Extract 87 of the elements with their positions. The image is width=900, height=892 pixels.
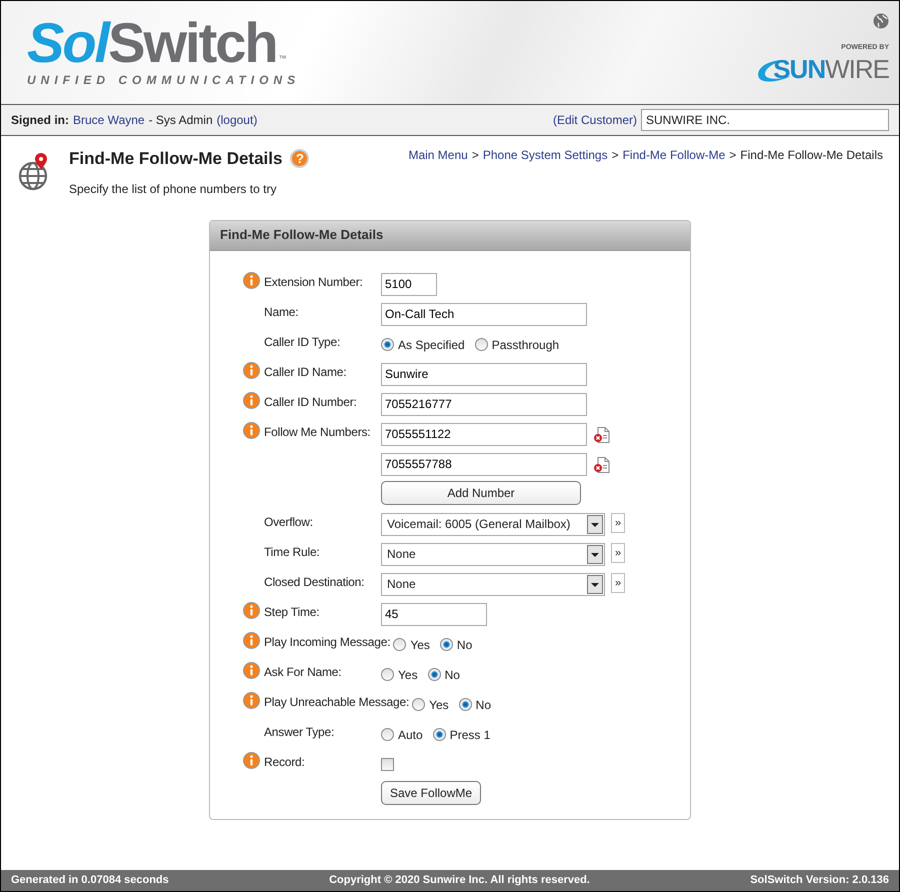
edit-customer-link[interactable]: (Edit Customer) bbox=[552, 111, 637, 129]
info-icon[interactable] bbox=[243, 362, 260, 378]
generated-time: Generated in 0.07084 seconds bbox=[11, 873, 169, 888]
field-label: Closed Destination: bbox=[264, 574, 364, 590]
remove-document-icon[interactable] bbox=[593, 456, 611, 474]
breadcrumb-current: Find-Me Follow-Me Details bbox=[740, 147, 883, 164]
field-label: Caller ID Type: bbox=[264, 334, 340, 350]
signed-in-label: Signed in: bbox=[11, 112, 69, 129]
radio-button[interactable] bbox=[412, 698, 426, 711]
breadcrumb-separator: > bbox=[472, 147, 479, 164]
field-label: Answer Type: bbox=[264, 724, 334, 740]
text-field[interactable]: 7055216777 bbox=[381, 392, 587, 416]
radio-label[interactable]: No bbox=[444, 666, 460, 684]
logout-link[interactable]: (logout) bbox=[216, 111, 258, 129]
details-button[interactable]: » bbox=[611, 572, 625, 592]
radio-label[interactable]: Yes bbox=[410, 636, 430, 654]
field-label: Caller ID Name: bbox=[264, 364, 346, 380]
field-label: Step Time: bbox=[264, 604, 320, 620]
panel-title: Find-Me Follow-Me Details bbox=[220, 226, 384, 244]
user-link[interactable]: Bruce Wayne bbox=[73, 111, 145, 129]
copyright-text: Copyright © 2020 Sunwire Inc. All rights reserved. bbox=[329, 873, 590, 888]
field-label: Name: bbox=[264, 304, 298, 320]
breadcrumb-separator: > bbox=[612, 147, 619, 164]
customer-field[interactable]: SUNWIRE INC. bbox=[641, 109, 889, 131]
logo-text: Sol bbox=[27, 15, 108, 71]
partner-logo: SUNWIRE bbox=[755, 54, 889, 84]
logo-tagline: UNIFIED COMMUNICATIONS bbox=[27, 72, 300, 89]
user-role: - Sys Admin bbox=[148, 112, 213, 129]
page-subtitle: Specify the list of phone numbers to try bbox=[69, 180, 278, 198]
info-icon[interactable] bbox=[243, 392, 260, 408]
radio-button[interactable] bbox=[432, 728, 446, 741]
remove-document-icon[interactable] bbox=[593, 426, 611, 444]
globe-icon[interactable] bbox=[873, 13, 889, 29]
info-icon[interactable] bbox=[243, 752, 260, 768]
add-number-button[interactable]: Add Number bbox=[381, 480, 581, 504]
breadcrumb-separator: > bbox=[729, 147, 736, 164]
dropdown[interactable]: None bbox=[381, 572, 605, 596]
text-field[interactable]: 5100 bbox=[381, 272, 437, 296]
info-icon[interactable] bbox=[243, 602, 260, 618]
field-label: Time Rule: bbox=[264, 544, 320, 560]
field-label: Play Unreachable Message: bbox=[264, 694, 410, 710]
radio-button[interactable] bbox=[381, 728, 394, 741]
phone-number-field[interactable]: 7055557788 bbox=[381, 452, 587, 476]
radio-label[interactable]: Auto bbox=[398, 726, 423, 744]
radio-label[interactable]: No bbox=[456, 636, 472, 654]
radio-button[interactable] bbox=[458, 698, 472, 711]
dropdown[interactable]: Voicemail: 6005 (General Mailbox) bbox=[381, 512, 605, 536]
field-label: Record: bbox=[264, 754, 305, 770]
version-text: SolSwitch Version: 2.0.136 bbox=[750, 873, 889, 888]
breadcrumb-link[interactable]: Main Menu bbox=[408, 146, 468, 164]
field-label: Extension Number: bbox=[264, 274, 363, 290]
radio-button[interactable] bbox=[393, 638, 406, 651]
field-label: Ask For Name: bbox=[264, 664, 342, 680]
text-field[interactable]: Sunwire bbox=[381, 362, 587, 386]
save-button[interactable]: Save FollowMe bbox=[381, 780, 482, 804]
breadcrumb-link[interactable]: Find-Me Follow-Me bbox=[622, 146, 726, 164]
text-field[interactable]: On-Call Tech bbox=[381, 302, 587, 326]
details-button[interactable]: » bbox=[611, 512, 625, 532]
info-icon[interactable] bbox=[243, 272, 260, 288]
radio-label[interactable]: Press 1 bbox=[450, 726, 490, 744]
breadcrumb-link[interactable]: Phone System Settings bbox=[482, 146, 608, 164]
field-label: Caller ID Number: bbox=[264, 394, 357, 410]
field-label: Play Incoming Message: bbox=[264, 634, 390, 650]
radio-label[interactable]: Yes bbox=[429, 696, 449, 714]
info-icon[interactable] bbox=[243, 632, 260, 648]
radio-label[interactable]: No bbox=[476, 696, 492, 714]
field-label: Overflow: bbox=[264, 514, 313, 530]
dropdown[interactable]: None bbox=[381, 542, 605, 566]
field-label: Follow Me Numbers: bbox=[264, 424, 370, 440]
info-icon[interactable] bbox=[243, 692, 260, 708]
phone-number-field[interactable]: 7055551122 bbox=[381, 422, 587, 446]
radio-button[interactable] bbox=[474, 338, 488, 351]
radio-button[interactable] bbox=[381, 668, 394, 681]
details-button[interactable]: » bbox=[611, 542, 625, 562]
radio-button[interactable] bbox=[440, 638, 453, 651]
logo-text: Switch bbox=[108, 15, 277, 71]
info-icon[interactable] bbox=[243, 662, 260, 678]
radio-label[interactable]: As Specified bbox=[398, 336, 465, 354]
radio-button[interactable] bbox=[381, 338, 394, 351]
trademark: ™ bbox=[278, 53, 287, 65]
page-title: Find-Me Follow-Me Details bbox=[69, 148, 282, 170]
info-icon[interactable] bbox=[243, 422, 260, 438]
radio-button[interactable] bbox=[428, 668, 441, 681]
checkbox[interactable] bbox=[381, 758, 394, 770]
text-field[interactable]: 45 bbox=[381, 602, 487, 626]
radio-label[interactable]: Yes bbox=[398, 666, 418, 684]
radio-label[interactable]: Passthrough bbox=[492, 336, 560, 354]
